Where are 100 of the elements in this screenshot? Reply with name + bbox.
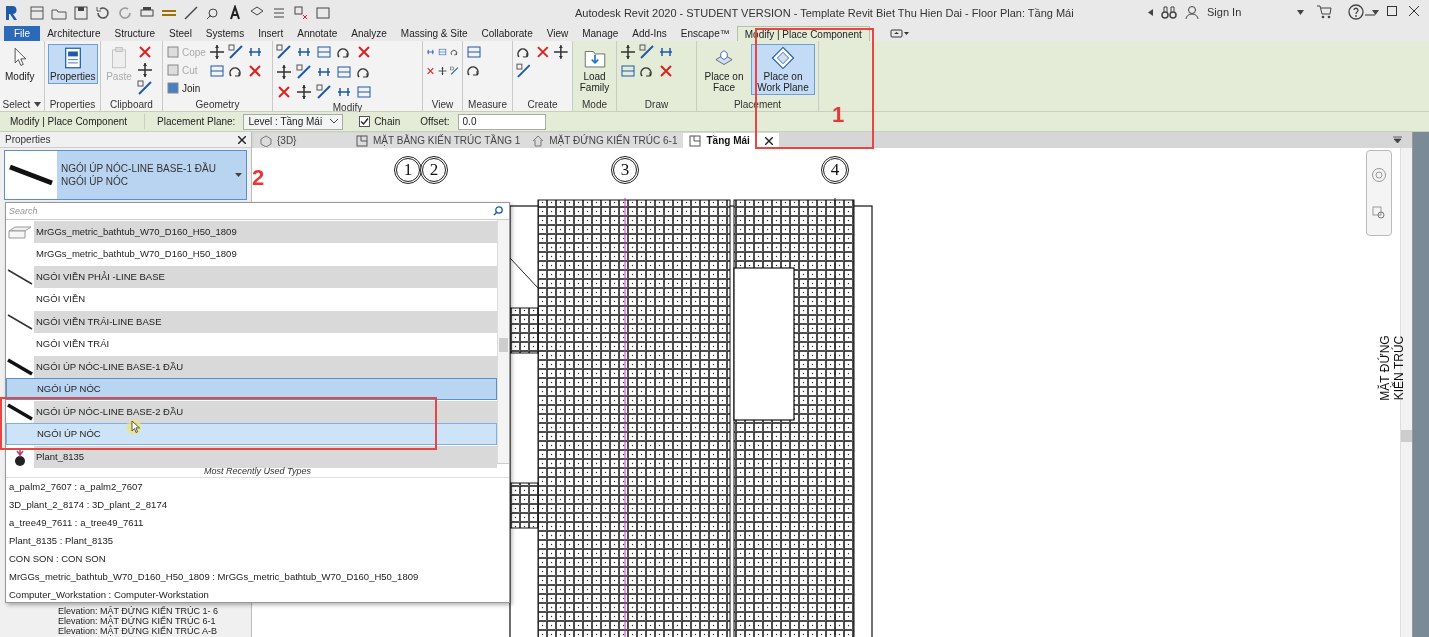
line-icon[interactable] <box>183 5 199 21</box>
line-tool-icon[interactable] <box>276 44 292 60</box>
move-icon[interactable] <box>296 84 312 100</box>
search-field[interactable]: Search <box>6 203 493 219</box>
line-tool-icon[interactable] <box>639 44 655 60</box>
document-tab[interactable]: MẶT ĐỨNG KIẾN TRÚC 6-1 <box>526 133 684 148</box>
tree-item[interactable]: Elevation: MẶT ĐỨNG KIẾN TRÚC 1- 6 <box>58 606 251 616</box>
ribbon-tab[interactable]: Massing & Site <box>393 26 475 41</box>
document-tab[interactable]: MẶT BẰNG KIẾN TRÚC TẦNG 1 <box>350 133 527 148</box>
move-icon[interactable] <box>208 44 225 60</box>
ribbon-tab[interactable]: Add-Ins <box>625 26 674 41</box>
tool-icon <box>166 45 180 59</box>
move-icon[interactable] <box>620 44 636 60</box>
recent-type-item[interactable]: Computer_Workstation : Computer-Workstation <box>6 586 509 604</box>
offset-field[interactable]: 0.0 <box>457 113 546 130</box>
chain-checkbox[interactable] <box>359 116 371 127</box>
panel-icon[interactable] <box>336 64 352 80</box>
binoculars-icon[interactable] <box>1161 5 1177 20</box>
grid-bubble: 2 <box>420 156 448 184</box>
ribbon-tab[interactable]: Collaborate <box>474 26 540 41</box>
line-tool-icon[interactable] <box>296 64 312 80</box>
offset-label: Offset: <box>420 115 450 129</box>
panel-label: Measure <box>468 97 507 112</box>
app-logo-icon[interactable] <box>4 5 18 21</box>
delete-icon[interactable] <box>137 44 153 60</box>
panel-icon[interactable] <box>316 44 332 60</box>
panel-label: Select <box>2 97 31 112</box>
ribbon-button[interactable]: Properties <box>48 44 98 84</box>
tree-item[interactable]: Elevation: MẶT ĐỨNG KIẾN TRÚC A-B <box>58 626 251 636</box>
close-icon[interactable] <box>1409 6 1419 16</box>
close-views-icon[interactable] <box>293 5 309 21</box>
move-icon[interactable] <box>553 44 569 60</box>
recent-type-item[interactable]: a_tree49_7611 : a_tree49_7611 <box>6 514 509 532</box>
ribbon-tab[interactable]: Architecture <box>40 26 108 41</box>
help-icon[interactable] <box>1348 4 1365 21</box>
ribbon-tab[interactable]: View <box>539 26 576 41</box>
line-tool-icon[interactable] <box>316 84 332 100</box>
sign-in-button[interactable]: Sign In <box>1207 4 1242 21</box>
family-row[interactable]: Plant_8135 <box>6 446 497 468</box>
delete-icon[interactable] <box>356 44 372 60</box>
type-selector[interactable]: NGÓI ÚP NÓC-LINE BASE-1 ĐẦU NGÓI ÚP NÓC <box>4 150 247 200</box>
ribbon-tab[interactable]: Enscape™ <box>673 26 737 41</box>
tree-item[interactable]: Elevation: MẶT ĐỨNG KIẾN TRÚC 6-1 <box>58 616 251 626</box>
delete-icon[interactable] <box>276 84 292 100</box>
ribbon-tab[interactable]: Manage <box>575 26 626 41</box>
recent-type-item[interactable]: CON SON : CON SON <box>6 550 509 568</box>
close-icon[interactable] <box>764 136 773 145</box>
ribbon-button[interactable]: Modify <box>3 44 37 84</box>
ribbon-tab[interactable]: Structure <box>107 26 163 41</box>
move-icon[interactable] <box>276 64 292 80</box>
ribbon-toggle-icon[interactable] <box>889 29 910 39</box>
panel-icon[interactable] <box>356 84 372 100</box>
caret-icon <box>34 101 42 107</box>
recent-type-item[interactable]: a_palm2_7607 : a_palm2_7607 <box>6 478 509 496</box>
annotation-number: 2 <box>252 164 265 192</box>
ribbon-button[interactable]: Place on Work Plane <box>751 44 815 95</box>
line-tool-icon[interactable] <box>227 44 244 60</box>
ribbon-tab[interactable]: Annotate <box>290 26 345 41</box>
type-row[interactable]: NGÓI ÚP NÓC <box>6 378 497 400</box>
family-row[interactable]: MrGGs_metric_bathtub_W70_D160_H50_1809 <box>6 221 497 243</box>
family-row[interactable]: NGÓI ÚP NÓC-LINE BASE-1 ĐẦU <box>6 356 497 378</box>
close-icon[interactable] <box>238 135 246 144</box>
line-tool-icon[interactable] <box>516 63 532 79</box>
panel-icon[interactable] <box>208 63 225 79</box>
ribbon-tab[interactable]: Analyze <box>344 26 394 41</box>
text-icon[interactable] <box>227 5 243 21</box>
overflow-menu-icon[interactable] <box>1393 136 1402 144</box>
move-icon[interactable] <box>137 62 153 78</box>
placement-plane-dropdown[interactable]: Level : Tầng Mái <box>243 113 344 130</box>
ribbon-button[interactable]: Place on Face <box>700 44 748 95</box>
scrollbar-thumb[interactable] <box>1401 430 1412 442</box>
document-tab[interactable]: Tầng Mái <box>683 133 779 148</box>
ribbon-tab[interactable]: File <box>4 26 41 41</box>
type-row[interactable]: NGÓI ÚP NÓC <box>6 423 497 445</box>
recent-type-item[interactable]: 3D_plant_2_8174 : 3D_plant_2_8174 <box>6 496 509 514</box>
ribbon-tab[interactable]: Systems <box>198 26 252 41</box>
family-row[interactable]: NGÓI VIỀN PHẢI -LINE BASE <box>6 266 497 288</box>
maximize-icon[interactable] <box>1387 6 1397 16</box>
panel-label: Create <box>527 97 558 112</box>
family-row[interactable]: NGÓI ÚP NÓC-LINE BASE-2 ĐẦU <box>6 401 497 423</box>
scrollbar-thumb[interactable] <box>499 338 508 352</box>
recent-type-item[interactable]: MrGGs_metric_bathtub_W70_D160_H50_1809 : MrGGs_metric_bathtub_W70_D160_H50_1809 <box>6 568 509 586</box>
switch-windows-icon[interactable] <box>315 5 331 21</box>
save-icon[interactable] <box>73 5 89 21</box>
left-arrow-icon <box>1148 8 1153 16</box>
recent-type-item[interactable]: Plant_8135 : Plant_8135 <box>6 532 509 550</box>
window-icon[interactable] <box>29 5 45 21</box>
undo-icon[interactable] <box>95 5 111 21</box>
panel-icon[interactable] <box>466 44 482 60</box>
family-row[interactable]: NGÓI VIỀN TRÁI-LINE BASE <box>6 311 497 333</box>
line-tool-icon[interactable] <box>137 80 153 96</box>
delete-icon[interactable] <box>658 63 674 79</box>
ribbon-tab[interactable]: Steel <box>162 26 199 41</box>
ribbon-button[interactable]: Join <box>166 80 206 96</box>
ribbon-button[interactable]: Load Family <box>576 44 613 95</box>
document-tab[interactable]: {3D} <box>254 133 350 148</box>
delete-icon[interactable] <box>246 63 263 79</box>
cart-icon[interactable] <box>1316 5 1333 20</box>
ribbon-tab[interactable]: Insert <box>251 26 291 41</box>
line-thumbnail-icon <box>6 266 34 288</box>
